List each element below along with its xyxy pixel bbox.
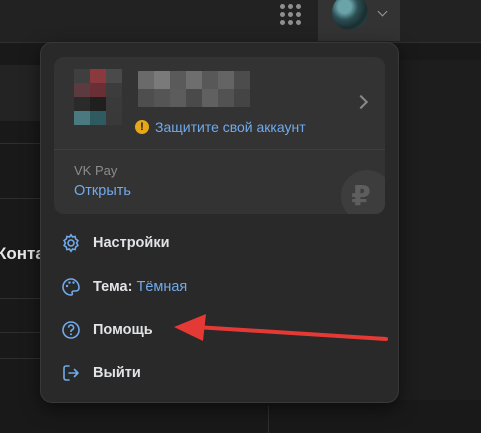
apps-grid-icon[interactable] — [276, 0, 304, 28]
account-avatar-pixelated — [74, 69, 122, 125]
menu-item-theme-label: Тема: Тёмная — [93, 277, 187, 297]
security-warning[interactable]: ! Защитите свой аккаунт — [135, 119, 306, 135]
help-circle-icon — [62, 321, 80, 339]
top-navigation-bar — [0, 0, 481, 43]
menu-item-settings-label: Настройки — [93, 235, 170, 251]
menu-item-settings[interactable]: Настройки — [41, 223, 398, 263]
background-panel — [0, 65, 40, 121]
menu-item-help[interactable]: Помощь — [41, 310, 398, 350]
chevron-down-icon — [377, 6, 388, 17]
account-card: ! Защитите свой аккаунт VK Pay Открыть ₽ — [54, 57, 385, 214]
account-row[interactable]: ! Защитите свой аккаунт — [54, 57, 385, 149]
chevron-right-icon — [353, 94, 369, 110]
security-warning-label: Защитите свой аккаунт — [155, 119, 306, 135]
background-divider — [0, 198, 40, 199]
background-divider — [0, 332, 40, 333]
menu-item-logout[interactable]: Выйти — [41, 353, 398, 393]
theme-label: Тема: — [93, 279, 133, 295]
vkpay-open-link[interactable]: Открыть — [74, 183, 131, 199]
menu-item-help-label: Помощь — [93, 322, 153, 338]
background-divider — [0, 298, 40, 299]
theme-value: Тёмная — [136, 279, 188, 295]
profile-menu-button[interactable] — [318, 0, 400, 41]
account-name-pixelated — [138, 71, 250, 107]
avatar — [332, 0, 368, 30]
gear-icon — [63, 233, 79, 253]
profile-dropdown-menu: ! Защитите свой аккаунт VK Pay Открыть ₽… — [40, 42, 399, 403]
menu-item-theme[interactable]: Тема: Тёмная — [41, 267, 398, 307]
exclamation-icon: ! — [135, 120, 149, 134]
background-heading: Конта — [0, 244, 45, 263]
background-divider — [0, 358, 40, 359]
background-divider — [0, 143, 40, 144]
card-divider — [54, 149, 385, 150]
palette-icon — [62, 278, 80, 296]
menu-item-logout-label: Выйти — [93, 365, 141, 381]
ruble-icon: ₽ — [341, 170, 385, 214]
vkpay-label: VK Pay — [74, 163, 118, 178]
background-panel-right — [400, 60, 481, 400]
background-divider — [268, 406, 269, 433]
logout-icon — [63, 365, 79, 381]
